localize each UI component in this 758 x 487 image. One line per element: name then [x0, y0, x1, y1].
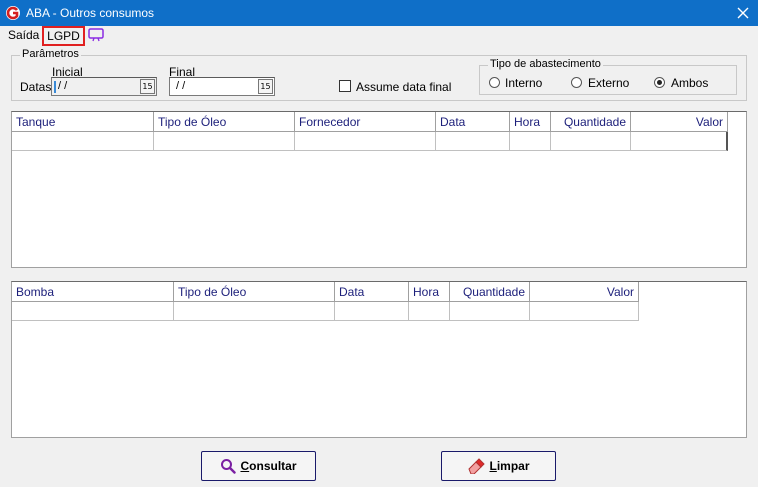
column-header-valor[interactable]: Valor: [530, 282, 639, 302]
table-cell[interactable]: [409, 302, 450, 321]
calendar-icon[interactable]: 15: [140, 79, 155, 94]
column-header-quantidade[interactable]: Quantidade: [551, 112, 631, 132]
menu-bar: Saída LGPD: [0, 26, 758, 46]
column-header-tanque[interactable]: Tanque: [12, 112, 154, 132]
close-icon[interactable]: [728, 0, 758, 26]
data-inicial-value: / /: [58, 80, 68, 92]
window-title: ABA - Outros consumos: [26, 6, 155, 20]
menu-saida[interactable]: Saída: [8, 28, 39, 42]
menu-lgpd[interactable]: LGPD: [42, 26, 85, 46]
table-cell[interactable]: [335, 302, 409, 321]
radio-externo-label: Externo: [588, 76, 630, 90]
consultar-button[interactable]: Consultar: [201, 451, 316, 481]
radio-externo[interactable]: [571, 77, 582, 88]
table-cell[interactable]: [12, 132, 154, 151]
screen-icon[interactable]: [88, 28, 104, 42]
data-final-value: / /: [176, 80, 186, 92]
consultar-label: onsultar: [249, 459, 297, 473]
column-header-bomba[interactable]: Bomba: [12, 282, 174, 302]
table-cell[interactable]: [450, 302, 530, 321]
title-bar: ABA - Outros consumos: [0, 0, 758, 26]
table-cell[interactable]: [174, 302, 335, 321]
radio-ambos[interactable]: [654, 77, 665, 88]
assume-data-final-checkbox[interactable]: [339, 80, 351, 92]
bomba-grid[interactable]: Bomba Tipo de Óleo Data Hora Quantidade …: [11, 281, 747, 438]
text-caret: [54, 81, 56, 93]
tipo-abastecimento-legend: Tipo de abastecimento: [488, 58, 603, 70]
data-inicial-field[interactable]: / / 15: [51, 77, 157, 96]
column-header-tipo-oleo[interactable]: Tipo de Óleo: [174, 282, 335, 302]
assume-data-final-label: Assume data final: [356, 80, 452, 94]
radio-interno[interactable]: [489, 77, 500, 88]
app-logo-icon: [5, 5, 21, 21]
radio-ambos-label: Ambos: [671, 76, 709, 90]
column-header-tipo-oleo[interactable]: Tipo de Óleo: [154, 112, 295, 132]
datas-label: Datas: [20, 80, 52, 94]
table-cell[interactable]: [295, 132, 436, 151]
consultar-accelerator: C: [240, 459, 250, 473]
table-cell[interactable]: [530, 302, 639, 321]
column-header-hora[interactable]: Hora: [510, 112, 551, 132]
table-cell[interactable]: [12, 302, 174, 321]
column-header-fornecedor[interactable]: Fornecedor: [295, 112, 436, 132]
column-header-data[interactable]: Data: [335, 282, 409, 302]
eraser-icon: [467, 458, 486, 474]
tanque-grid[interactable]: Tanque Tipo de Óleo Fornecedor Data Hora…: [11, 111, 747, 268]
search-icon: [220, 458, 237, 474]
radio-interno-label: Interno: [505, 76, 543, 90]
table-cell[interactable]: [551, 132, 631, 151]
limpar-button[interactable]: Limpar: [441, 451, 556, 481]
column-header-quantidade[interactable]: Quantidade: [450, 282, 530, 302]
limpar-label: impar: [496, 459, 530, 473]
limpar-accelerator: L: [489, 459, 497, 473]
table-cell[interactable]: [436, 132, 510, 151]
data-final-field[interactable]: / / 15: [169, 77, 275, 96]
column-header-hora[interactable]: Hora: [409, 282, 450, 302]
column-header-data[interactable]: Data: [436, 112, 510, 132]
calendar-icon[interactable]: 15: [258, 79, 273, 94]
table-cell[interactable]: [631, 132, 728, 151]
parametros-legend: Parâmetros: [20, 48, 81, 60]
table-cell[interactable]: [510, 132, 551, 151]
table-cell[interactable]: [154, 132, 295, 151]
column-header-valor[interactable]: Valor: [631, 112, 728, 132]
